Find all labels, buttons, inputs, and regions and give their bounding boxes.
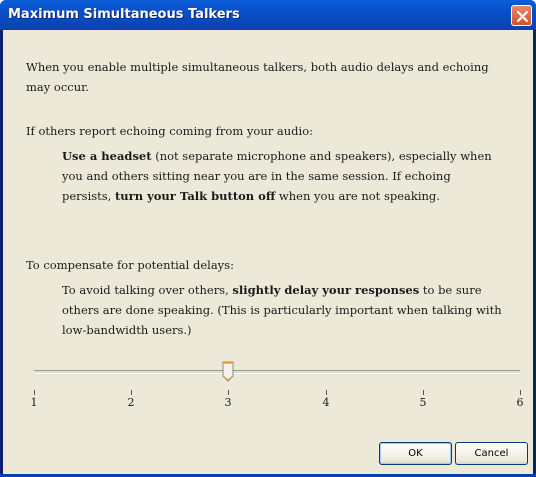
slider-tick xyxy=(326,390,327,395)
echo-advice-text-2: when you are not speaking. xyxy=(275,189,440,203)
slider-tick xyxy=(520,390,521,395)
slider-tick xyxy=(131,390,132,395)
ok-button[interactable]: OK xyxy=(379,442,452,465)
dialog-body: When you enable multiple simultaneous ta… xyxy=(3,30,533,474)
slider-tick-label: 4 xyxy=(322,396,330,409)
slider-track[interactable] xyxy=(34,370,520,374)
delay-advice-bold-1: slightly delay your responses xyxy=(232,283,420,297)
close-button[interactable] xyxy=(511,5,532,26)
slider-tick xyxy=(228,390,229,395)
slider-tick-label: 1 xyxy=(30,396,38,409)
slider-thumb[interactable] xyxy=(222,361,234,382)
slider-tick-label: 3 xyxy=(224,396,232,409)
delay-heading: To compensate for potential delays: xyxy=(26,258,234,272)
slider-thumb-icon xyxy=(222,361,234,382)
intro-text: When you enable multiple simultaneous ta… xyxy=(26,60,489,94)
close-icon xyxy=(516,10,529,23)
title-bar[interactable]: Maximum Simultaneous Talkers xyxy=(0,0,536,30)
delay-advice-text-1: To avoid talking over others, xyxy=(62,283,233,297)
dialog-window: Maximum Simultaneous Talkers When you en… xyxy=(0,0,536,477)
delay-advice: To avoid talking over others, slightly d… xyxy=(62,280,502,340)
slider-tick xyxy=(34,390,35,395)
slider-tick-label: 2 xyxy=(127,396,135,409)
echo-advice-bold-1: Use a headset xyxy=(62,149,152,163)
echo-advice: Use a headset (not separate microphone a… xyxy=(62,146,502,206)
slider-tick-label: 5 xyxy=(419,396,427,409)
slider-tick-label: 6 xyxy=(516,396,524,409)
cancel-button[interactable]: Cancel xyxy=(455,442,528,465)
echo-advice-bold-2: turn your Talk button off xyxy=(114,189,276,203)
window-title: Maximum Simultaneous Talkers xyxy=(8,7,240,22)
slider-tick xyxy=(423,390,424,395)
echo-heading: If others report echoing coming from you… xyxy=(26,124,313,138)
